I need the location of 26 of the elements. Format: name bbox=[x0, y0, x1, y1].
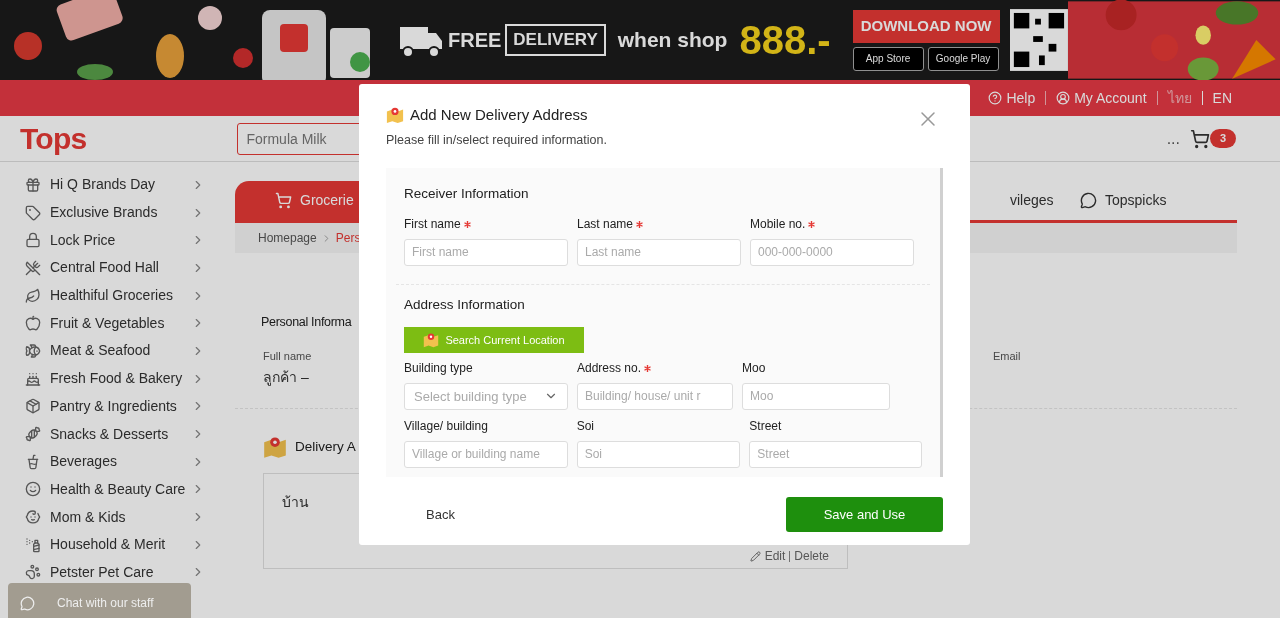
field-label: Email bbox=[993, 348, 1021, 364]
free-label: FREE bbox=[448, 28, 502, 53]
more-text: ... bbox=[1166, 128, 1180, 149]
delivery-label: DELIVERY bbox=[505, 24, 606, 56]
download-now-label: DOWNLOAD NOW bbox=[852, 9, 1000, 43]
field-label: Address no. bbox=[577, 360, 642, 378]
amount-text: 888.- bbox=[739, 20, 831, 60]
when-shop-text: when shop bbox=[617, 27, 728, 54]
field-label: Mobile no. bbox=[750, 216, 806, 233]
section-title: Address Information bbox=[404, 295, 526, 314]
section-title: Personal Informa bbox=[261, 314, 352, 331]
field-label: Soi bbox=[576, 418, 594, 436]
dialog-title: Add New Delivery Address bbox=[410, 105, 588, 125]
address-name: บ้าน bbox=[282, 494, 309, 511]
full-name-text: ลูกค้า – bbox=[263, 368, 309, 388]
dialog-subtitle: Please fill in/select required information. bbox=[386, 131, 608, 149]
cart-count-badge: 3 bbox=[1210, 129, 1236, 148]
field-label: Last name bbox=[577, 216, 634, 233]
field-label: First name bbox=[404, 216, 461, 233]
section-title: Receiver Information bbox=[404, 185, 530, 204]
field-label: Moo bbox=[742, 360, 766, 378]
field-label: Village/ building bbox=[404, 418, 488, 436]
field-label: Full name bbox=[263, 348, 312, 364]
section-title: Delivery A bbox=[295, 438, 356, 457]
field-label: Street bbox=[749, 418, 782, 436]
field-label: Building type bbox=[404, 360, 473, 378]
